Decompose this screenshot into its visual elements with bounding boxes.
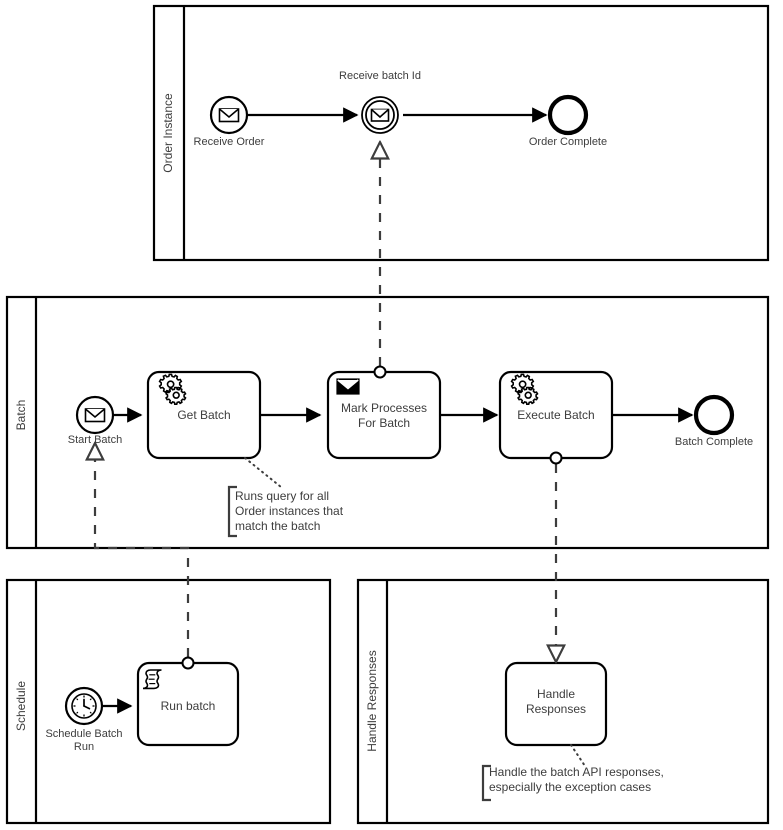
association-get-batch-annotation	[244, 457, 282, 488]
pool-schedule[interactable]: Schedule Schedule Batch Run Run batch	[5, 578, 332, 825]
task-mark-processes-for-batch[interactable]: Mark Processes For Batch	[326, 370, 442, 460]
batch-complete-circle	[693, 394, 735, 436]
association-handle-responses-annotation	[570, 744, 586, 767]
run-batch-label: Run batch	[161, 699, 216, 713]
pool-order-instance[interactable]: Order Instance Receive Order Receive bat…	[152, 4, 770, 262]
pool-batch-label: Batch	[14, 400, 28, 431]
pool-handle-responses[interactable]: Handle Responses Handle Responses Handle…	[356, 578, 770, 825]
mark-processes-for-batch-label-line-2: For Batch	[358, 416, 410, 430]
batch-complete-label: Batch Complete	[675, 436, 753, 448]
annotation-handle-responses: Handle the batch API responses, especial…	[481, 744, 664, 802]
clock-icon	[71, 693, 97, 719]
event-schedule-batch-run[interactable]: Schedule Batch Run	[45, 686, 123, 753]
envelope-outline-icon	[84, 408, 106, 423]
event-receive-order[interactable]: Receive Order	[194, 95, 265, 148]
event-order-complete[interactable]: Order Complete	[529, 94, 607, 148]
pool-handle-responses-label: Handle Responses	[365, 650, 379, 751]
annotation-handle-responses-line-2: especially the exception cases	[489, 780, 651, 794]
task-get-batch[interactable]: Get Batch	[146, 370, 262, 460]
start-batch-label: Start Batch	[68, 434, 122, 446]
message-flow-execute-batch-to-handle-responses[interactable]	[549, 451, 563, 663]
envelope-outline-icon	[218, 108, 240, 123]
message-flow-line	[95, 443, 190, 657]
handle-responses-label-line-1: Handle	[537, 687, 575, 701]
order-complete-circle	[547, 94, 589, 136]
event-start-batch[interactable]: Start Batch	[68, 395, 122, 446]
bpmn-diagram-canvas: Order Instance Receive Order Receive bat…	[0, 0, 783, 830]
task-execute-batch[interactable]: Execute Batch	[498, 370, 614, 460]
annotation-get-batch-line-1: Runs query for all	[235, 489, 329, 503]
task-run-batch[interactable]: Run batch	[136, 661, 240, 747]
schedule-batch-run-label-line-2: Run	[74, 741, 94, 753]
envelope-outline-icon	[370, 108, 390, 122]
event-batch-complete[interactable]: Batch Complete	[675, 394, 753, 448]
mark-processes-for-batch-label-line-1: Mark Processes	[341, 401, 427, 415]
event-receive-batch-id[interactable]: Receive batch Id	[339, 70, 421, 134]
envelope-filled-icon	[336, 378, 360, 395]
annotation-get-batch-line-2: Order instances that	[235, 504, 344, 518]
receive-batch-id-label: Receive batch Id	[339, 70, 421, 82]
message-flow-source-dot	[549, 451, 563, 465]
message-flow-source-dot	[373, 365, 387, 379]
order-complete-label: Order Complete	[529, 136, 607, 148]
task-handle-responses[interactable]: Handle Responses	[504, 661, 608, 747]
pool-order-instance-border	[152, 4, 770, 262]
bpmn-diagram-svg: Order Instance Receive Order Receive bat…	[5, 4, 770, 825]
message-flow-source-dot	[181, 656, 195, 670]
annotation-handle-responses-line-1: Handle the batch API responses,	[489, 765, 664, 779]
pool-order-instance-label: Order Instance	[161, 93, 175, 173]
pool-schedule-label: Schedule	[14, 681, 28, 731]
annotation-get-batch-line-3: match the batch	[235, 519, 320, 533]
message-flow-run-batch-to-start-batch[interactable]	[95, 443, 195, 670]
schedule-batch-run-label-line-1: Schedule Batch	[45, 728, 122, 740]
pool-batch[interactable]: Batch Start Batch Get Batch Mark Process…	[5, 295, 770, 550]
receive-order-label: Receive Order	[194, 136, 265, 148]
get-batch-label: Get Batch	[177, 408, 230, 422]
handle-responses-label-line-2: Responses	[526, 702, 586, 716]
annotation-get-batch: Runs query for all Order instances that …	[227, 457, 344, 538]
execute-batch-label: Execute Batch	[517, 408, 594, 422]
